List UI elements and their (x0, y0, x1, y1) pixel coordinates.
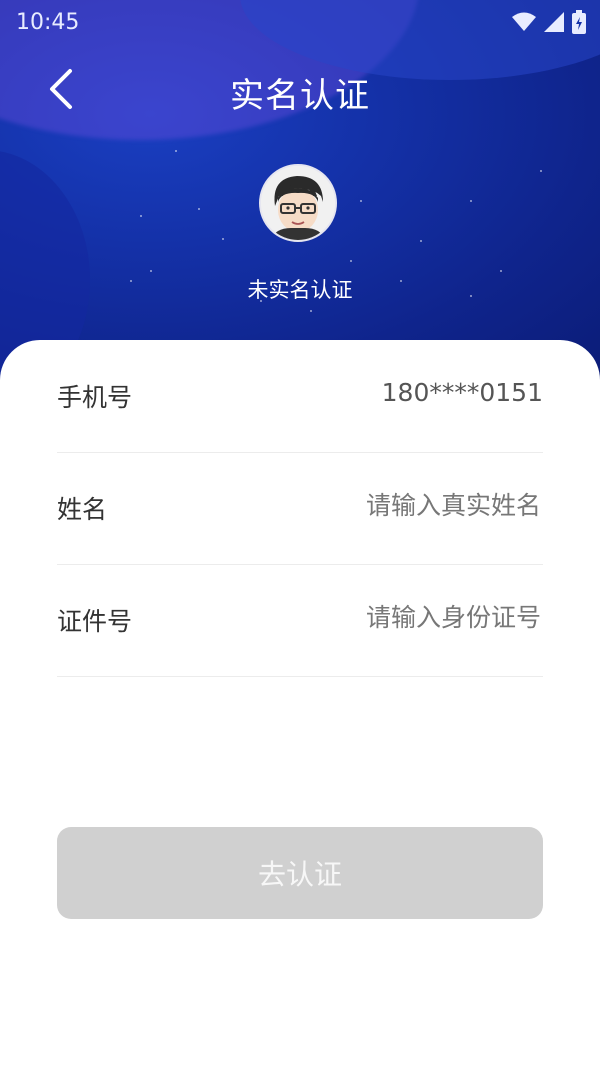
signal-icon (544, 12, 564, 32)
phone-row: 手机号 180****0151 (57, 340, 543, 453)
submit-verification-button[interactable]: 去认证 (57, 827, 543, 919)
name-label: 姓名 (57, 495, 108, 524)
id-number-label: 证件号 (57, 607, 133, 636)
battery-icon (572, 10, 586, 34)
id-number-input[interactable] (239, 594, 543, 640)
page-title: 实名认证 (230, 76, 370, 116)
name-input[interactable] (239, 482, 543, 528)
wifi-icon (512, 12, 536, 31)
status-time: 10:45 (16, 10, 80, 35)
phone-value: 180****0151 (381, 378, 543, 407)
status-bar: 10:45 (0, 0, 600, 44)
name-row: 姓名 (57, 452, 543, 565)
avatar (259, 164, 337, 242)
id-number-row: 证件号 (57, 564, 543, 677)
form-card: 手机号 180****0151 姓名 证件号 (0, 340, 600, 1066)
phone-label: 手机号 (57, 383, 133, 412)
status-icons (512, 10, 586, 34)
verification-status: 未实名认证 (247, 278, 353, 302)
user-avatar-icon (261, 166, 335, 240)
